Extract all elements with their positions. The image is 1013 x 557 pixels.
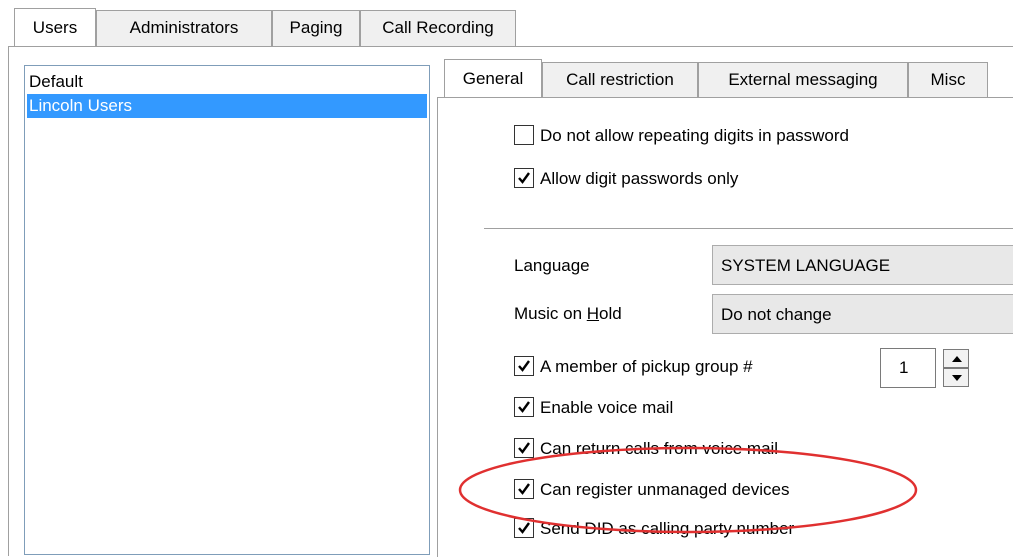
- tab-external-messaging[interactable]: External messaging: [698, 62, 908, 97]
- checkbox-enable-voice-mail[interactable]: Enable voice mail: [514, 395, 673, 421]
- checkbox-box[interactable]: [514, 167, 534, 188]
- music-on-hold-label: Music on Hold: [514, 304, 622, 323]
- tab-general[interactable]: General: [444, 59, 542, 97]
- arrow-down-icon: [952, 375, 962, 381]
- tab-misc[interactable]: Misc: [908, 62, 988, 97]
- checkmark-icon: [518, 171, 530, 184]
- list-item-default[interactable]: Default: [27, 70, 427, 94]
- highlight-ellipse: [458, 446, 918, 534]
- checkmark-icon: [518, 400, 530, 413]
- language-select[interactable]: SYSTEM LANGUAGE: [712, 245, 1013, 285]
- checkbox-box[interactable]: [514, 124, 534, 145]
- spin-up-button[interactable]: [943, 349, 969, 368]
- checkbox-box[interactable]: [514, 355, 534, 376]
- user-group-list[interactable]: Default Lincoln Users: [24, 65, 430, 555]
- music-on-hold-select[interactable]: Do not change: [712, 294, 1013, 334]
- pickup-group-spinner: [943, 349, 969, 387]
- tab-paging[interactable]: Paging: [272, 10, 360, 46]
- checkbox-pickup-group[interactable]: A member of pickup group #: [514, 354, 753, 380]
- checkmark-icon: [518, 359, 530, 372]
- tab-call-restriction[interactable]: Call restriction: [542, 62, 698, 97]
- tab-administrators[interactable]: Administrators: [96, 10, 272, 46]
- pickup-group-number-input[interactable]: 1: [880, 348, 936, 388]
- arrow-up-icon: [952, 356, 962, 362]
- separator: [484, 228, 1013, 229]
- checkbox-no-repeating-digits[interactable]: Do not allow repeating digits in passwor…: [514, 123, 849, 149]
- checkbox-digit-passwords-only[interactable]: Allow digit passwords only: [514, 166, 738, 192]
- language-label: Language: [514, 256, 590, 275]
- tab-users[interactable]: Users: [14, 8, 96, 46]
- spin-down-button[interactable]: [943, 368, 969, 387]
- checkbox-box[interactable]: [514, 396, 534, 417]
- list-item-lincoln-users[interactable]: Lincoln Users: [27, 94, 427, 118]
- tab-call-recording[interactable]: Call Recording: [360, 10, 516, 46]
